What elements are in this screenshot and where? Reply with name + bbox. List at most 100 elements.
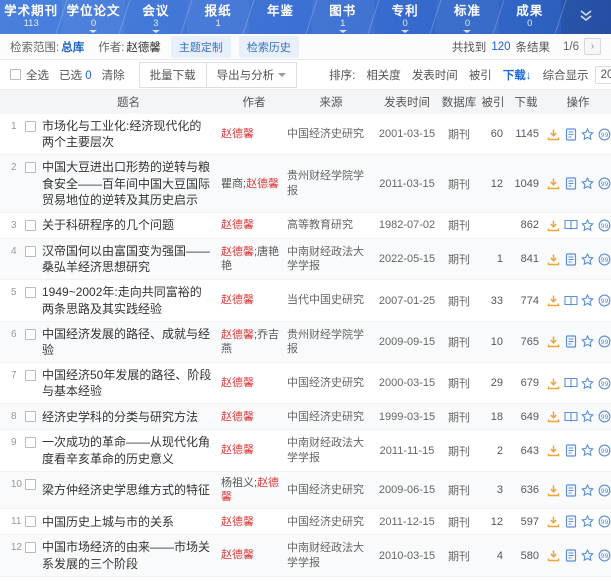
download-icon[interactable] bbox=[547, 548, 561, 563]
row-checkbox[interactable] bbox=[25, 329, 36, 340]
result-cited-count[interactable]: 12 bbox=[479, 178, 507, 190]
database-tab[interactable]: 学位论文 0 bbox=[62, 0, 124, 34]
cite-quote-icon[interactable]: 99 bbox=[597, 443, 611, 458]
sort-option[interactable]: 下载↓ bbox=[503, 67, 532, 83]
download-icon[interactable] bbox=[547, 483, 561, 498]
result-source-link[interactable]: 中国经济史研究 bbox=[287, 127, 375, 141]
row-checkbox[interactable] bbox=[25, 437, 36, 448]
result-source-link[interactable]: 中国经济史研究 bbox=[287, 376, 375, 390]
database-tab[interactable]: 会议 3 bbox=[125, 0, 187, 34]
favorite-star-icon[interactable] bbox=[581, 548, 595, 563]
database-tab[interactable]: 专利 0 bbox=[374, 0, 436, 34]
author-link[interactable]: 赵德馨 bbox=[221, 411, 254, 423]
result-cited-count[interactable]: 3 bbox=[479, 484, 507, 496]
result-source-link[interactable]: 中国经济史研究 bbox=[287, 410, 375, 424]
result-source-link[interactable]: 中国经济史研究 bbox=[287, 515, 375, 529]
favorite-star-icon[interactable] bbox=[581, 376, 595, 391]
author-link[interactable]: 赵德馨 bbox=[246, 178, 279, 190]
favorite-star-icon[interactable] bbox=[581, 218, 595, 233]
batch-download-button[interactable]: 批量下载 bbox=[139, 62, 207, 88]
favorite-star-icon[interactable] bbox=[581, 409, 595, 424]
export-analyze-button[interactable]: 导出与分析 bbox=[207, 62, 298, 88]
clear-button[interactable]: 清除 bbox=[102, 67, 125, 83]
result-title-link[interactable]: 中国市场经济的由来——市场关系发展的三个阶段 bbox=[42, 539, 213, 571]
book-read-icon[interactable] bbox=[564, 293, 578, 308]
database-tab[interactable]: 报纸 1 bbox=[187, 0, 249, 34]
result-source-link[interactable]: 中国经济史研究 bbox=[287, 483, 375, 497]
result-title-link[interactable]: 汉帝国何以由富国变为强国——桑弘羊经济思想研究 bbox=[42, 243, 213, 275]
author-link[interactable]: 赵德馨 bbox=[221, 516, 254, 528]
row-checkbox[interactable] bbox=[25, 246, 36, 257]
cite-quote-icon[interactable]: 99 bbox=[597, 376, 611, 391]
select-all-label[interactable]: 全选 bbox=[26, 67, 49, 83]
database-tab[interactable]: 图书 1 bbox=[312, 0, 374, 34]
result-title-link[interactable]: 梁方仲经济史学思维方式的特征 bbox=[42, 482, 213, 498]
database-tab[interactable]: 标准 0 bbox=[436, 0, 498, 34]
author-link[interactable]: 赵德馨 bbox=[221, 219, 254, 231]
more-tabs-button[interactable] bbox=[561, 0, 611, 34]
result-source-link[interactable]: 当代中国史研究 bbox=[287, 293, 375, 307]
author-link[interactable]: 赵德馨 bbox=[221, 246, 254, 258]
favorite-star-icon[interactable] bbox=[581, 514, 595, 529]
search-history-button[interactable]: 检索历史 bbox=[239, 36, 299, 58]
author-link[interactable]: 赵德馨 bbox=[221, 329, 254, 341]
html-read-icon[interactable] bbox=[564, 176, 578, 191]
author-link[interactable]: 赵德馨 bbox=[221, 444, 254, 456]
book-read-icon[interactable] bbox=[564, 376, 578, 391]
html-read-icon[interactable] bbox=[564, 514, 578, 529]
cite-quote-icon[interactable]: 99 bbox=[597, 409, 611, 424]
favorite-star-icon[interactable] bbox=[581, 252, 595, 267]
row-checkbox[interactable] bbox=[25, 121, 36, 132]
favorite-star-icon[interactable] bbox=[581, 334, 595, 349]
result-source-link[interactable]: 中南财经政法大学学报 bbox=[287, 436, 375, 465]
favorite-star-icon[interactable] bbox=[581, 176, 595, 191]
cite-quote-icon[interactable]: 99 bbox=[597, 252, 611, 267]
cite-quote-icon[interactable]: 99 bbox=[597, 293, 611, 308]
author-link[interactable]: 赵德馨 bbox=[221, 294, 254, 306]
select-all-checkbox[interactable] bbox=[10, 69, 21, 80]
html-read-icon[interactable] bbox=[564, 443, 578, 458]
database-tab[interactable]: 学术期刊 113 bbox=[0, 0, 62, 34]
author-link[interactable]: 赵德馨 bbox=[221, 377, 254, 389]
result-title-link[interactable]: 一次成功的革命——从现代化角度看辛亥革命的历史意义 bbox=[42, 434, 213, 466]
author-link[interactable]: 赵德馨 bbox=[221, 128, 254, 140]
cite-quote-icon[interactable]: 99 bbox=[597, 514, 611, 529]
next-page-button[interactable]: › bbox=[584, 38, 601, 55]
result-cited-count[interactable]: 29 bbox=[479, 377, 507, 389]
database-tab[interactable]: 成果 0 bbox=[499, 0, 561, 34]
download-icon[interactable] bbox=[547, 376, 561, 391]
html-read-icon[interactable] bbox=[564, 548, 578, 563]
download-icon[interactable] bbox=[547, 127, 561, 142]
result-cited-count[interactable]: 60 bbox=[479, 128, 507, 140]
sort-option[interactable]: 综合 bbox=[543, 67, 566, 83]
cite-quote-icon[interactable]: 99 bbox=[597, 483, 611, 498]
topic-custom-button[interactable]: 主题定制 bbox=[171, 36, 231, 58]
result-source-link[interactable]: 高等教育研究 bbox=[287, 218, 375, 232]
result-source-link[interactable]: 贵州财经学院学报 bbox=[287, 169, 375, 198]
favorite-star-icon[interactable] bbox=[581, 127, 595, 142]
author-link[interactable]: 杨祖义 bbox=[221, 477, 254, 489]
row-checkbox[interactable] bbox=[25, 287, 36, 298]
cite-quote-icon[interactable]: 99 bbox=[597, 176, 611, 191]
download-icon[interactable] bbox=[547, 514, 561, 529]
favorite-star-icon[interactable] bbox=[581, 483, 595, 498]
sort-option[interactable]: 相关度 bbox=[366, 67, 401, 83]
row-checkbox[interactable] bbox=[25, 220, 36, 231]
page-size-select[interactable]: 20 bbox=[595, 66, 611, 84]
sort-option[interactable]: 发表时间 bbox=[412, 67, 458, 83]
html-read-icon[interactable] bbox=[564, 334, 578, 349]
result-title-link[interactable]: 中国大豆进出口形势的逆转与粮食安全——百年间中国大豆国际贸易地位的逆转及其历史启… bbox=[42, 159, 213, 208]
cite-quote-icon[interactable]: 99 bbox=[597, 334, 611, 349]
row-checkbox[interactable] bbox=[25, 516, 36, 527]
result-cited-count[interactable]: 1 bbox=[479, 253, 507, 265]
row-checkbox[interactable] bbox=[25, 411, 36, 422]
result-title-link[interactable]: 中国经济50年发展的路径、阶段与基本经验 bbox=[42, 367, 213, 399]
result-cited-count[interactable]: 4 bbox=[479, 550, 507, 562]
scope-value-link[interactable]: 总库 bbox=[61, 39, 84, 55]
download-icon[interactable] bbox=[547, 176, 561, 191]
result-cited-count[interactable]: 18 bbox=[479, 411, 507, 423]
html-read-icon[interactable] bbox=[564, 127, 578, 142]
row-checkbox[interactable] bbox=[25, 162, 36, 173]
html-read-icon[interactable] bbox=[564, 252, 578, 267]
result-cited-count[interactable]: 12 bbox=[479, 516, 507, 528]
